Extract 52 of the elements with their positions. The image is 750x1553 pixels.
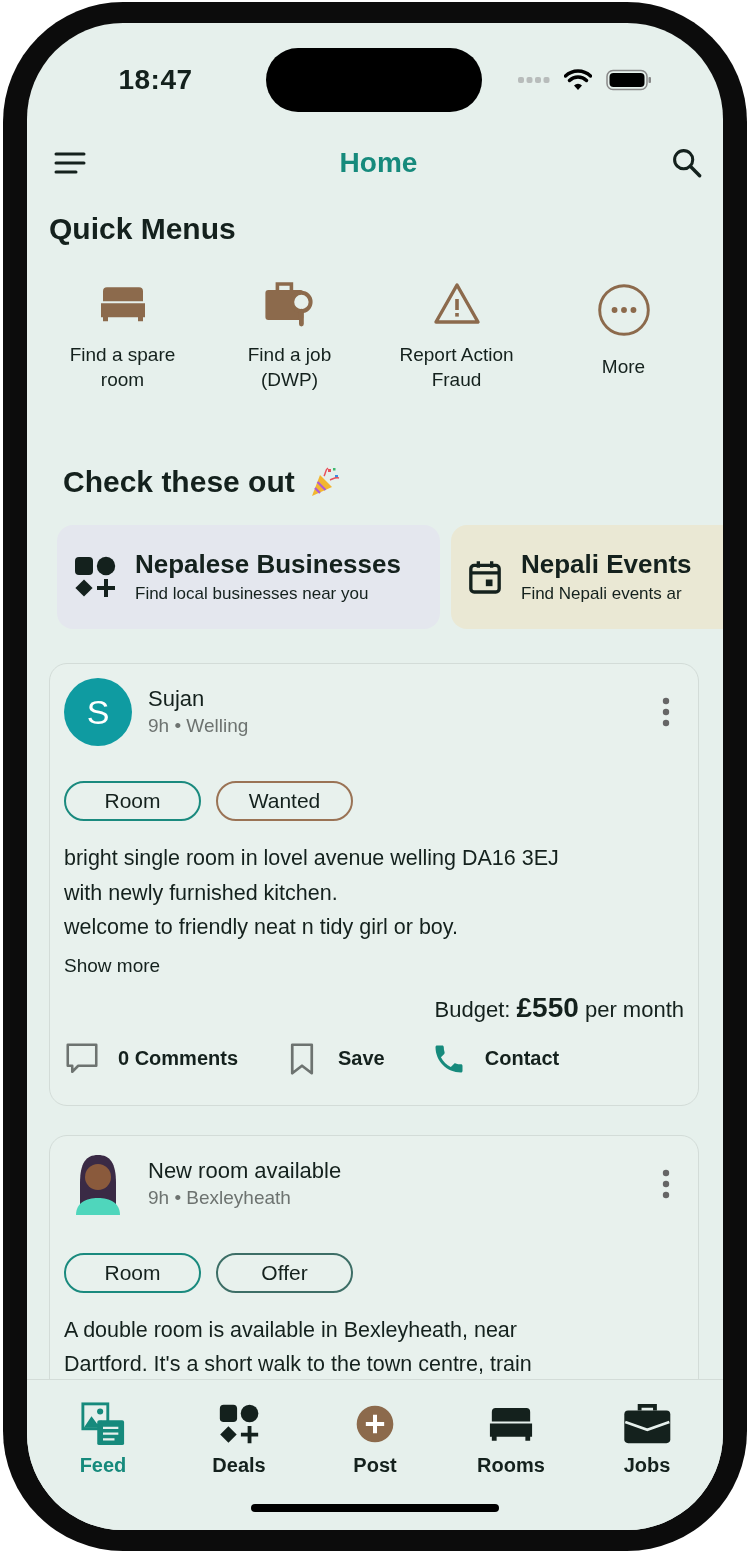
post-meta: 9h • Bexleyheath [148, 1185, 292, 1210]
promo-card[interactable]: Nepalese Businesses Find local businesses near you [57, 525, 440, 629]
bed-icon [98, 284, 147, 324]
post-author: Sujan [148, 685, 206, 713]
more-options-button[interactable] [662, 1168, 670, 1199]
search-icon [671, 147, 703, 179]
category-tag: Wanted [216, 781, 353, 821]
section-title: Quick Menus [49, 212, 237, 246]
more-vertical-icon [662, 1168, 670, 1199]
nav-tab[interactable]: Jobs [592, 1400, 702, 1477]
category-tag: Offer [216, 1252, 353, 1293]
wifi-icon [564, 69, 592, 91]
promo-subtitle: Find local businesses near you [135, 583, 370, 605]
budget-text: Budget: £550 per month [433, 990, 684, 1025]
post-text: bright single room in lovel avenue welling DA16 3EJ with newly furnished kitchen. welcome to friendly neat n tidy girl or boy. [64, 845, 560, 941]
more-options-button[interactable] [662, 697, 670, 727]
nav-tab[interactable]: Deals [184, 1400, 294, 1477]
quick-menu-item[interactable]: Find a job (DWP) [225, 280, 354, 392]
save-button[interactable]: Save [284, 1040, 385, 1077]
battery-icon [606, 69, 652, 91]
quick-menu-item[interactable]: Report Action Fraud [392, 280, 521, 392]
quick-menu-item[interactable]: More [596, 280, 651, 392]
search-button[interactable] [671, 147, 703, 179]
menu-icon [54, 151, 86, 175]
category-tag: Room [64, 1252, 201, 1293]
add-icon [355, 1404, 395, 1444]
promo-subtitle: Find Nepali events ar [521, 583, 683, 605]
menu-button[interactable] [54, 151, 86, 175]
more-vertical-icon [662, 697, 670, 727]
promo-card[interactable]: Nepali Events Find Nepali events ar [451, 525, 723, 629]
nav-tab[interactable]: Feed [48, 1400, 158, 1477]
nav-tab[interactable]: Post [320, 1400, 430, 1477]
avatar: S [64, 678, 132, 746]
post-text: A double room is available in Bexleyheath, near Dartford. It's a short walk to the town centre, train [64, 1316, 533, 1378]
status-time: 18:47 [117, 64, 193, 96]
nav-tab[interactable]: Rooms [456, 1400, 566, 1477]
post-meta: 9h • Welling [148, 714, 249, 738]
more-icon [596, 283, 651, 337]
section-title: Check these out [63, 465, 295, 499]
contact-button[interactable]: Contact [430, 1040, 560, 1077]
promo-title: Nepalese Businesses [135, 548, 401, 580]
post-author: New room available [148, 1156, 342, 1185]
bed-icon [488, 1405, 534, 1443]
signal-icon [518, 76, 550, 84]
comment-button[interactable]: 0 Comments [64, 1040, 239, 1077]
promo-title: Nepali Events [521, 548, 692, 580]
gallery-icon [80, 1401, 126, 1447]
show-more-link[interactable]: Show more [64, 952, 161, 979]
page-title: Home [339, 147, 418, 179]
category-tag: Room [64, 781, 201, 821]
briefcase-search-icon [263, 280, 316, 328]
quick-menu-item[interactable]: Find a spare room [58, 280, 187, 392]
